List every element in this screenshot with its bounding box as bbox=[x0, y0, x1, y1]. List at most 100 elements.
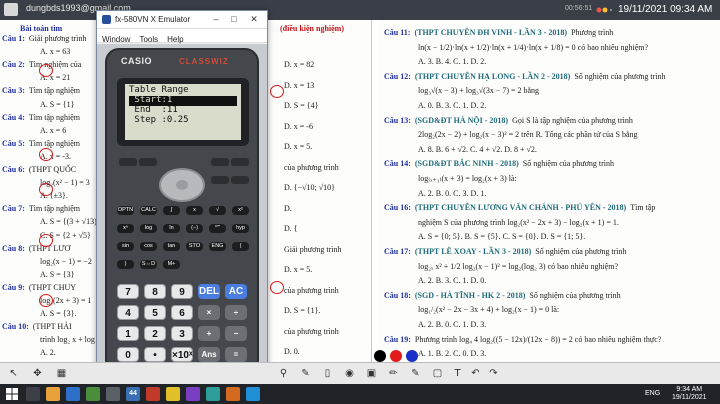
calc-key[interactable]: 3 bbox=[171, 326, 193, 341]
undo-icon[interactable]: ↶ bbox=[468, 366, 483, 381]
question-row: A. 3. B. 4. C. 1. D. 2. bbox=[384, 57, 486, 66]
mail-badge-icon[interactable]: 44 bbox=[126, 387, 140, 401]
calc-key[interactable]: °'" bbox=[209, 224, 226, 233]
menu-help[interactable]: Help bbox=[167, 35, 183, 44]
menu-window[interactable]: Window bbox=[102, 35, 130, 44]
calc-key[interactable]: √ bbox=[209, 206, 226, 215]
calc-key[interactable]: 8 bbox=[144, 284, 166, 299]
calc-key[interactable]: M+ bbox=[163, 260, 180, 269]
calc-key[interactable]: 0 bbox=[117, 347, 139, 362]
calc-key[interactable]: hyp bbox=[232, 224, 249, 233]
windows-start-icon[interactable] bbox=[6, 388, 18, 400]
calc-key[interactable]: ∫ bbox=[163, 206, 180, 215]
question-text: A. S = {3} bbox=[40, 269, 75, 279]
browser-icon[interactable] bbox=[66, 387, 80, 401]
calc-key[interactable]: Ans bbox=[198, 347, 220, 362]
globe-icon[interactable]: ◉ bbox=[342, 366, 357, 381]
calc-key[interactable]: OPTN bbox=[117, 206, 134, 215]
calc-key[interactable]: x² bbox=[232, 206, 249, 215]
taskbar: 44 ENG 9:34 AM 19/11/2021 bbox=[0, 384, 720, 404]
taskbar-date: 19/11/2021 bbox=[672, 394, 707, 401]
eraser-icon[interactable]: ▯ bbox=[320, 366, 335, 381]
question-source: (THPT CHUYÊN HẠ LONG - LẦN 2 - 2018) bbox=[414, 71, 571, 81]
calc-key[interactable]: sin bbox=[117, 242, 134, 251]
move-icon[interactable]: ✥ bbox=[30, 366, 45, 381]
app-icon-3[interactable] bbox=[146, 387, 160, 401]
answer-option: D. bbox=[284, 203, 292, 213]
question-text: Tìm tập bbox=[630, 203, 656, 213]
calc-key[interactable]: cos bbox=[140, 242, 157, 251]
calc-key[interactable]: 9 bbox=[171, 284, 193, 299]
calc-key[interactable]: CALC bbox=[140, 206, 157, 215]
app-icon-5[interactable] bbox=[186, 387, 200, 401]
pen-icon[interactable]: ✎ bbox=[298, 366, 313, 381]
emulator-titlebar[interactable]: fx-580VN X Emulator – □ ✕ bbox=[97, 11, 267, 29]
cursor-icon[interactable]: ↖ bbox=[6, 366, 21, 381]
question-row: Câu 1: Giải phương trình bbox=[2, 34, 86, 43]
calc-key[interactable]: ENG bbox=[209, 242, 226, 251]
menu-key[interactable] bbox=[211, 158, 229, 166]
calc-key[interactable]: ( bbox=[232, 242, 249, 251]
alpha-key[interactable] bbox=[139, 158, 157, 166]
app-icon-6[interactable] bbox=[206, 387, 220, 401]
grid-icon[interactable]: ▦ bbox=[54, 366, 69, 381]
search-icon[interactable] bbox=[26, 387, 40, 401]
pen-color-blue[interactable] bbox=[406, 350, 418, 362]
pen-color-red[interactable] bbox=[390, 350, 402, 362]
app-icon-1[interactable] bbox=[86, 387, 100, 401]
calc-key[interactable]: (−) bbox=[186, 224, 203, 233]
calc-key[interactable]: AC bbox=[225, 284, 247, 299]
redo-icon[interactable]: ↷ bbox=[486, 366, 501, 381]
calc-key[interactable]: × bbox=[198, 305, 220, 320]
shift-key[interactable] bbox=[119, 158, 137, 166]
replay-center[interactable] bbox=[176, 180, 188, 190]
app-icon-7[interactable] bbox=[226, 387, 240, 401]
answer-circle bbox=[39, 234, 53, 247]
calc-key[interactable]: 4 bbox=[117, 305, 139, 320]
calc-key[interactable]: ×10ˣ bbox=[171, 347, 193, 362]
menu-tools[interactable]: Tools bbox=[139, 35, 158, 44]
var-key[interactable] bbox=[211, 176, 229, 184]
calc-key[interactable]: x bbox=[186, 206, 203, 215]
pen-color-black[interactable] bbox=[374, 350, 386, 362]
calc-key[interactable]: STO bbox=[186, 242, 203, 251]
calc-key[interactable]: ln bbox=[163, 224, 180, 233]
brand-logo: CASIO bbox=[121, 56, 153, 66]
func-key[interactable] bbox=[231, 176, 249, 184]
calc-key[interactable]: + bbox=[198, 326, 220, 341]
calc-key[interactable]: ÷ bbox=[225, 305, 247, 320]
calc-key[interactable]: log bbox=[140, 224, 157, 233]
close-icon[interactable]: ✕ bbox=[247, 13, 261, 26]
calc-key[interactable]: S⇔D bbox=[140, 260, 157, 269]
maximize-icon[interactable]: □ bbox=[227, 13, 241, 26]
browser-tab-icon[interactable] bbox=[4, 3, 18, 16]
calc-key[interactable]: 1 bbox=[117, 326, 139, 341]
taskbar-clock[interactable]: 9:34 AM 19/11/2021 bbox=[672, 386, 707, 402]
calc-key[interactable]: 5 bbox=[144, 305, 166, 320]
text-icon[interactable]: T bbox=[450, 366, 465, 381]
app-icon-8[interactable] bbox=[246, 387, 260, 401]
file-explorer-icon[interactable] bbox=[46, 387, 60, 401]
calc-key[interactable]: 2 bbox=[144, 326, 166, 341]
calc-key[interactable]: ) bbox=[117, 260, 134, 269]
app-icon-4[interactable] bbox=[166, 387, 180, 401]
calc-key[interactable]: tan bbox=[163, 242, 180, 251]
minimize-icon[interactable]: – bbox=[209, 13, 223, 26]
app-icon-2[interactable] bbox=[106, 387, 120, 401]
calc-key[interactable]: xⁿ bbox=[117, 224, 134, 233]
calc-key[interactable]: − bbox=[225, 326, 247, 341]
highlighter-icon[interactable]: ✎ bbox=[408, 366, 423, 381]
calc-key[interactable]: • bbox=[144, 347, 166, 362]
replay-pad[interactable] bbox=[159, 168, 205, 202]
calc-key[interactable]: = bbox=[225, 347, 247, 362]
calc-key[interactable]: 7 bbox=[117, 284, 139, 299]
emulator-window: fx-580VN X Emulator – □ ✕ Window Tools H… bbox=[96, 10, 268, 380]
image-icon[interactable]: ▣ bbox=[364, 366, 379, 381]
marker-icon[interactable]: ✏ bbox=[386, 366, 401, 381]
shape-icon[interactable]: ▢ bbox=[430, 366, 445, 381]
language-indicator[interactable]: ENG bbox=[645, 390, 660, 397]
on-key[interactable] bbox=[231, 158, 249, 166]
calc-key[interactable]: DEL bbox=[198, 284, 220, 299]
magnify-icon[interactable]: ⚲ bbox=[276, 366, 291, 381]
calc-key[interactable]: 6 bbox=[171, 305, 193, 320]
